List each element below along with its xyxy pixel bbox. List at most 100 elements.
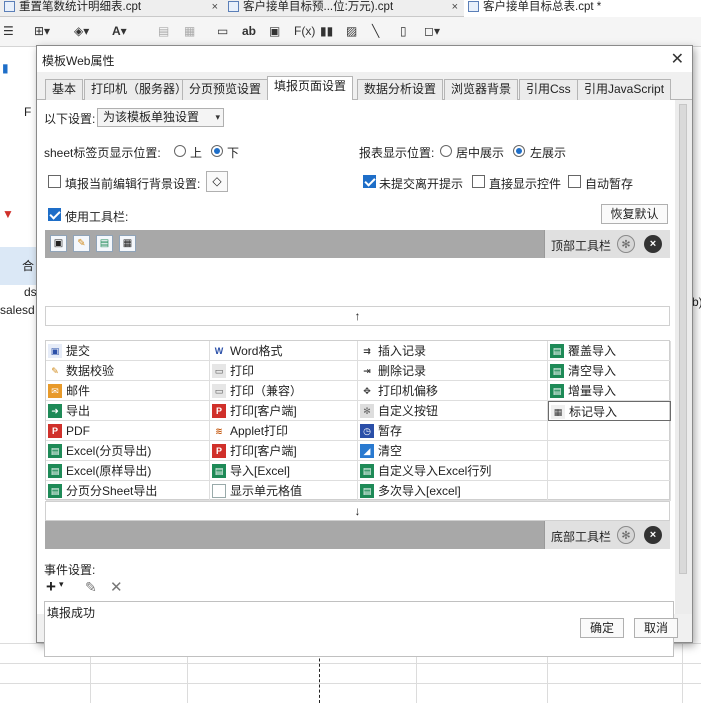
close-circle-icon[interactable]: ×: [644, 235, 662, 253]
ok-button[interactable]: 确定: [580, 618, 624, 638]
paint-bucket-icon[interactable]: ◇: [206, 171, 228, 192]
fill-color-icon[interactable]: ◈▾: [74, 24, 89, 40]
toolbar-button-option[interactable]: ▣ 提交: [46, 341, 210, 361]
close-tab-icon[interactable]: ×: [452, 0, 458, 15]
border-icon[interactable]: ⊞▾: [34, 24, 50, 40]
direct-controls-checkbox[interactable]: [472, 175, 485, 188]
tab-basic[interactable]: 基本: [45, 79, 84, 100]
add-event-icon[interactable]: +: [46, 577, 56, 597]
use-toolbar-label: 使用工具栏:: [65, 210, 129, 224]
toolbar-button-option[interactable]: ✻ 自定义按钮: [358, 401, 548, 421]
use-toolbar-checkbox[interactable]: [48, 208, 61, 221]
toolbar-button-option[interactable]: ▭ 打印（兼容）: [210, 381, 358, 401]
widget-icon[interactable]: ◻▾: [424, 24, 440, 40]
toolbar-button-option[interactable]: ▤ 分页分Sheet导出: [46, 481, 210, 501]
toolbar-button-option[interactable]: P 打印[客户端]: [210, 401, 358, 421]
toolbar-button-option[interactable]: ▤ 多次导入[excel]: [358, 481, 548, 501]
toolbar-button-option[interactable]: ▤ 自定义导入Excel行列: [358, 461, 548, 481]
tab-printer-server[interactable]: 打印机（服务器）: [84, 79, 195, 100]
tab-reference-javascript[interactable]: 引用JavaScript: [577, 79, 672, 100]
toolbar-button-option[interactable]: ✎ 数据校验: [46, 361, 210, 381]
toolbar-button-option[interactable]: P 打印[客户端]: [210, 441, 358, 461]
toolbar-button-option[interactable]: ▦ 标记导入: [548, 401, 671, 421]
editor-tab-active[interactable]: 客户接单目标总表.cpt *: [464, 0, 701, 17]
toolbar-button-option[interactable]: ⇉ 插入记录: [358, 341, 548, 361]
edit-event-icon[interactable]: ✎: [85, 579, 97, 596]
toolbar-button-option[interactable]: ▤ Excel(分页导出): [46, 441, 210, 461]
save-icon[interactable]: ▣: [50, 235, 67, 252]
report-left-radio[interactable]: [513, 145, 525, 157]
image-icon[interactable]: ▣: [269, 24, 280, 40]
chart-icon[interactable]: ▮▮: [320, 24, 333, 40]
gear-icon[interactable]: ✻: [617, 235, 635, 253]
toolbar-button-option[interactable]: ✉ 邮件: [46, 381, 210, 401]
toolbar-button-option[interactable]: W Word格式: [210, 341, 358, 361]
picture-icon[interactable]: ▨: [346, 24, 357, 40]
tab-fill-page-settings[interactable]: 填报页面设置: [267, 76, 354, 101]
tab-reference-css[interactable]: 引用Css: [519, 79, 578, 100]
toolbar-button-option[interactable]: ◷ 暂存: [358, 421, 548, 441]
autosave-checkbox[interactable]: [568, 175, 581, 188]
event-item[interactable]: 填报成功: [47, 604, 95, 621]
chevron-down-icon[interactable]: ▾: [59, 579, 64, 590]
tab-data-analysis[interactable]: 数据分析设置: [357, 79, 444, 100]
move-icon: ✥: [360, 384, 374, 398]
report-center-radio[interactable]: [440, 145, 452, 157]
sheet-tab-top-radio[interactable]: [174, 145, 186, 157]
text-tool-icon[interactable]: ab: [242, 24, 256, 40]
editor-toolbar: ☰ ⊞▾ ◈▾ A▾ ▤ ▦ ▭ ab ▣ F(x) ▮▮ ▨ ╲ ▯ ◻▾: [0, 17, 701, 47]
font-color-icon[interactable]: A▾: [112, 24, 127, 40]
toolbar-button-label: 暂存: [378, 424, 403, 438]
cell-text[interactable]: 合: [22, 257, 34, 274]
list-icon[interactable]: ☰: [3, 24, 14, 40]
text-field-icon[interactable]: ▭: [217, 24, 228, 40]
toolbar-button-option[interactable]: ≋ Applet打印: [210, 421, 358, 441]
empty-cell: [548, 421, 671, 441]
tab-browser-background[interactable]: 浏览器背景: [444, 79, 519, 100]
unsubmitted-warning-checkbox[interactable]: [363, 175, 376, 188]
editor-tab[interactable]: 客户接单目标预...位:万元).cpt ×: [224, 0, 462, 17]
delete-event-icon[interactable]: ✕: [110, 578, 123, 596]
scrollbar-thumb[interactable]: [679, 104, 687, 574]
close-icon[interactable]: ✕: [671, 49, 684, 69]
restore-default-button[interactable]: 恢复默认: [601, 204, 668, 224]
cell-text[interactable]: ds: [24, 285, 37, 299]
pencil-icon[interactable]: ✎: [73, 235, 90, 252]
toolbar-button-option[interactable]: ➜ 导出: [46, 401, 210, 421]
toolbar-button-option[interactable]: P PDF: [46, 421, 210, 441]
toolbar-button-option[interactable]: ▤ 导入[Excel]: [210, 461, 358, 481]
toolbar-button-option[interactable]: ▤ Excel(原样导出): [46, 461, 210, 481]
split-cells-icon[interactable]: ▦: [184, 24, 195, 40]
tab-page-preview[interactable]: 分页预览设置: [182, 79, 269, 100]
vertical-scrollbar[interactable]: [675, 100, 692, 614]
merge-cells-icon[interactable]: ▤: [158, 24, 169, 40]
excel-icon: ▤: [360, 464, 374, 478]
toolbar-button-option[interactable]: ✥ 打印机偏移: [358, 381, 548, 401]
fill-bg-checkbox[interactable]: [48, 175, 61, 188]
blank-icon: [212, 484, 226, 498]
move-up-button[interactable]: ↑: [45, 306, 670, 326]
close-tab-icon[interactable]: ×: [212, 0, 218, 15]
editor-tab[interactable]: 重置笔数统计明细表.cpt ×: [0, 0, 222, 17]
cell-text[interactable]: b): [692, 295, 701, 309]
cancel-button[interactable]: 取消: [634, 618, 678, 638]
slash-icon[interactable]: ╲: [372, 24, 379, 40]
scope-select[interactable]: 为该模板单独设置 ▾: [97, 108, 224, 127]
toolbar-button-option[interactable]: ▤ 覆盖导入: [548, 341, 671, 361]
formula-icon[interactable]: F(x): [294, 24, 315, 40]
sheet-tab-bottom-radio[interactable]: [211, 145, 223, 157]
subreport-icon[interactable]: ▯: [400, 24, 407, 40]
excel-icon[interactable]: ▤: [96, 235, 113, 252]
toolbar-button-option[interactable]: ▤ 增量导入: [548, 381, 671, 401]
gear-icon[interactable]: ✻: [617, 526, 635, 544]
toolbar-button-option[interactable]: ◢ 清空: [358, 441, 548, 461]
toolbar-button-label: 导入[Excel]: [230, 464, 291, 478]
close-circle-icon[interactable]: ×: [644, 526, 662, 544]
mark-import-icon[interactable]: ▦: [119, 235, 136, 252]
toolbar-button-option[interactable]: ▤ 清空导入: [548, 361, 671, 381]
move-down-button[interactable]: ↓: [45, 501, 670, 521]
toolbar-button-option[interactable]: ⇥ 删除记录: [358, 361, 548, 381]
toolbar-button-option[interactable]: ▭ 打印: [210, 361, 358, 381]
toolbar-button-option[interactable]: 显示单元格值: [210, 481, 358, 501]
cell-text[interactable]: salesd: [0, 303, 35, 317]
